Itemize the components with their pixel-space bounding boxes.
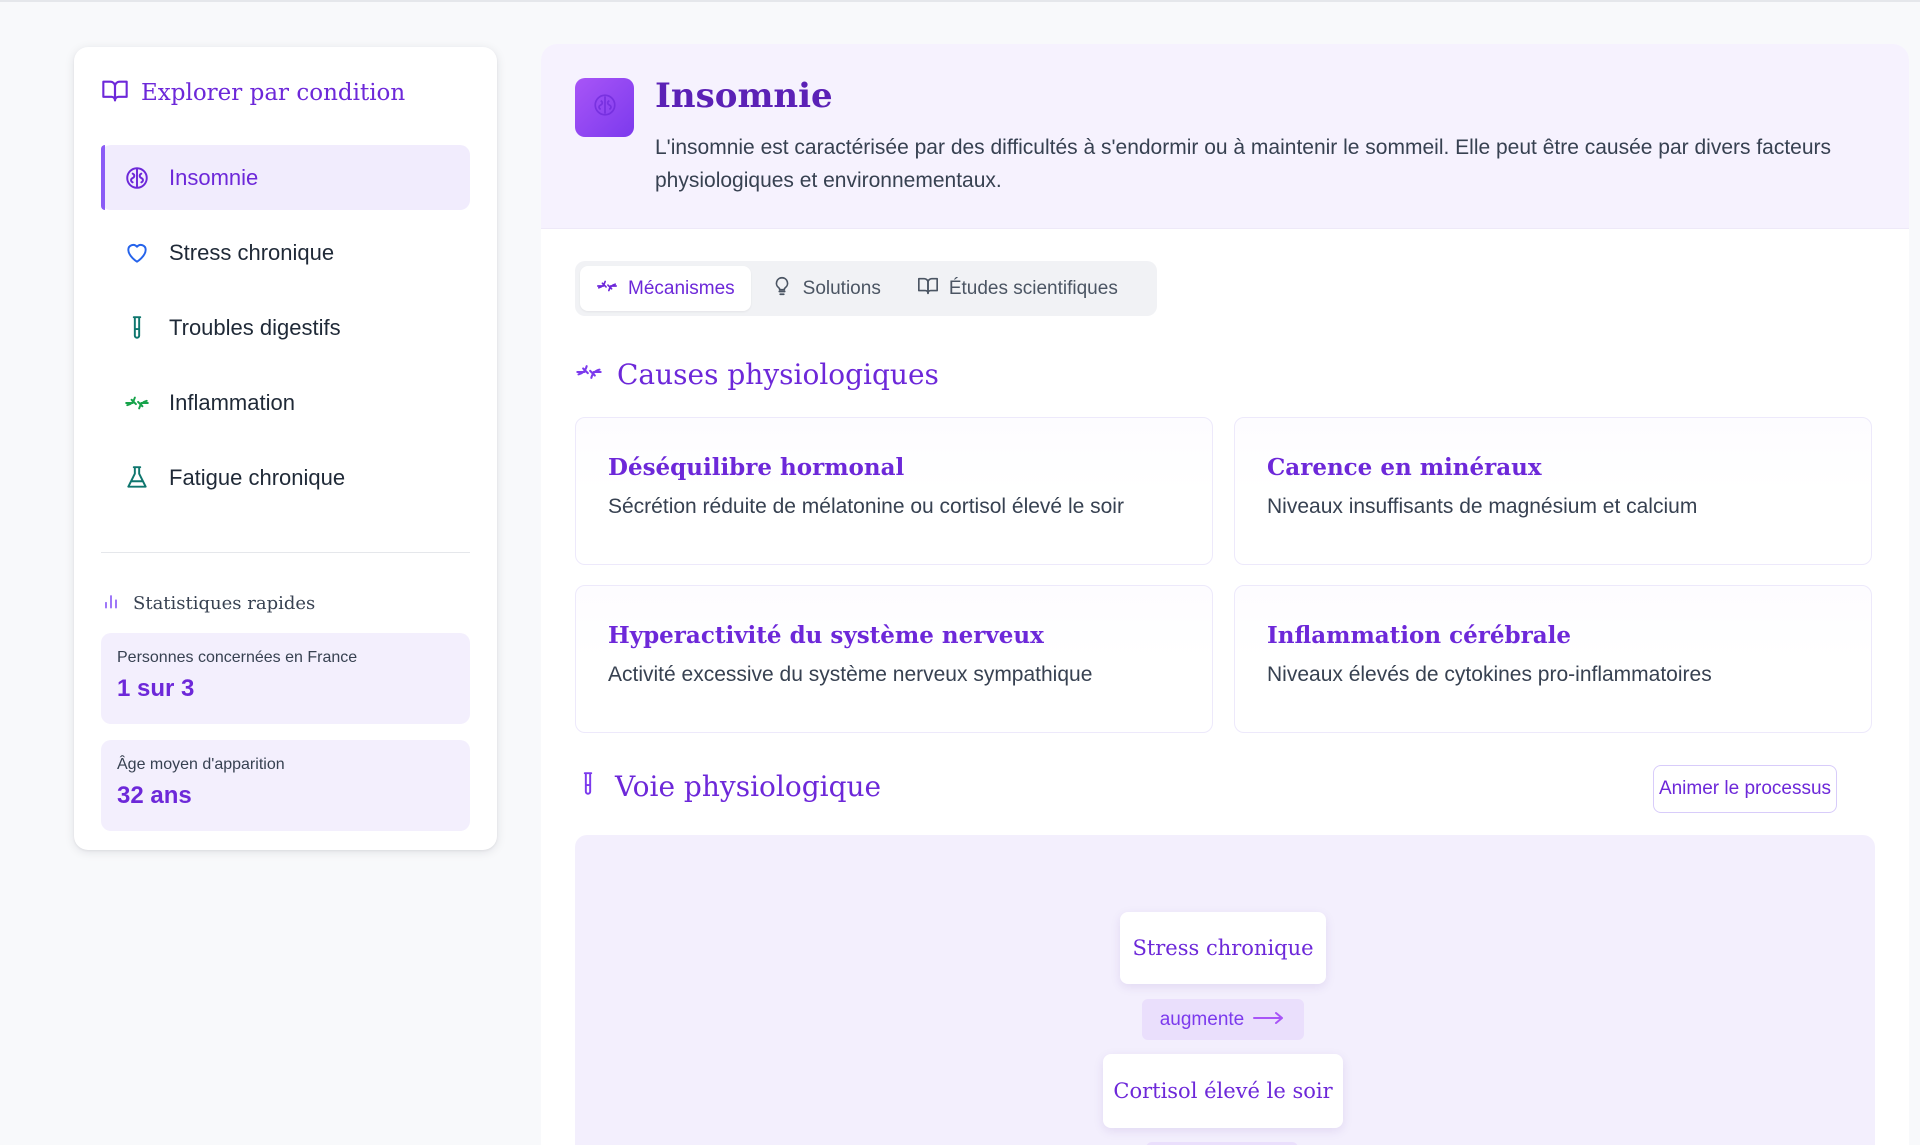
pathway-diagram: Stress chronique augmente Cortisol élevé…: [575, 835, 1875, 1145]
condition-header: Insomnie L'insomnie est caractérisée par…: [541, 44, 1909, 229]
brain-icon: [123, 164, 151, 192]
stat-card-prevalence: Personnes concernées en France 1 sur 3: [101, 633, 470, 724]
lightbulb-icon: [771, 275, 793, 303]
tab-label: Solutions: [802, 277, 881, 299]
sidebar-item-stress-chronique[interactable]: Stress chronique: [101, 220, 470, 285]
section-title: Voie physiologique: [615, 770, 882, 803]
sidebar-item-label: Insomnie: [169, 164, 259, 190]
stats-header: Statistiques rapides: [101, 589, 470, 617]
section-title: Causes physiologiques: [617, 358, 939, 391]
cause-card: Hyperactivité du système nerveux Activit…: [575, 585, 1213, 733]
condition-list: Insomnie Stress chronique Troubles diges…: [101, 145, 470, 510]
flask-icon: [123, 464, 151, 492]
test-tube-icon: [575, 771, 601, 802]
stat-label: Âge moyen d'apparition: [117, 756, 285, 773]
brain-icon: [592, 92, 618, 123]
heart-icon: [123, 239, 151, 267]
sidebar-header: Explorer par condition: [101, 73, 470, 113]
dna-icon: [575, 358, 603, 391]
condition-badge: [575, 78, 634, 137]
pathway-node: Stress chronique: [1120, 912, 1326, 984]
bar-chart-icon: [101, 591, 121, 616]
pathway-section-header: Voie physiologique: [575, 770, 881, 803]
cause-title: Carence en minéraux: [1267, 454, 1542, 481]
tab-solutions[interactable]: Solutions: [755, 266, 897, 311]
sidebar-title: Explorer par condition: [141, 80, 406, 106]
pathway-link: augmente: [1142, 999, 1304, 1040]
stat-label: Personnes concernées en France: [117, 649, 358, 666]
cause-card: Inflammation cérébrale Niveaux élevés de…: [1234, 585, 1872, 733]
sidebar-item-troubles-digestifs[interactable]: Troubles digestifs: [101, 295, 470, 360]
cause-description: Activité excessive du système nerveux sy…: [608, 663, 1093, 686]
cause-card: Carence en minéraux Niveaux insuffisants…: [1234, 417, 1872, 565]
condition-title: Insomnie: [655, 76, 833, 116]
stat-card-age: Âge moyen d'apparition 32 ans: [101, 740, 470, 831]
sidebar-item-label: Fatigue chronique: [169, 464, 346, 490]
tab-label: Mécanismes: [628, 277, 735, 299]
sidebar-item-inflammation[interactable]: Inflammation: [101, 370, 470, 435]
cause-card: Déséquilibre hormonal Sécrétion réduite …: [575, 417, 1213, 565]
stats-title: Statistiques rapides: [133, 592, 316, 614]
test-tube-icon: [123, 314, 151, 342]
dna-icon: [596, 275, 618, 303]
sidebar-item-insomnie[interactable]: Insomnie: [101, 145, 470, 210]
sidebar-item-fatigue-chronique[interactable]: Fatigue chronique: [101, 445, 470, 510]
sidebar: Explorer par condition Insomnie Stress c…: [74, 47, 497, 850]
cause-description: Sécrétion réduite de mélatonine ou corti…: [608, 495, 1124, 518]
book-icon: [917, 275, 939, 303]
sidebar-item-label: Stress chronique: [169, 239, 335, 265]
pathway-node: Cortisol élevé le soir: [1103, 1054, 1343, 1128]
cause-description: Niveaux insuffisants de magnésium et cal…: [1267, 495, 1698, 518]
top-border: [0, 0, 1920, 2]
stat-value: 32 ans: [117, 782, 192, 809]
book-open-icon: [101, 77, 129, 110]
animate-process-button[interactable]: Animer le processus: [1653, 765, 1837, 813]
sidebar-item-label: Troubles digestifs: [169, 314, 341, 340]
cause-description: Niveaux élevés de cytokines pro-inflamma…: [1267, 663, 1712, 686]
condition-panel: Insomnie L'insomnie est caractérisée par…: [541, 44, 1909, 1145]
causes-section-header: Causes physiologiques: [575, 358, 939, 391]
tab-bar: Mécanismes Solutions Études scientifique…: [575, 261, 1157, 316]
cause-title: Déséquilibre hormonal: [608, 454, 905, 481]
link-label: augmente: [1159, 1008, 1245, 1030]
dna-icon: [123, 389, 151, 417]
tab-etudes-scientifiques[interactable]: Études scientifiques: [901, 266, 1134, 311]
sidebar-divider: [101, 552, 470, 553]
stat-value: 1 sur 3: [117, 675, 195, 702]
sidebar-item-label: Inflammation: [169, 389, 295, 415]
cause-title: Hyperactivité du système nerveux: [608, 622, 1044, 649]
tab-mecanismes[interactable]: Mécanismes: [580, 266, 751, 311]
arrow-right-icon: [1252, 1009, 1286, 1031]
cause-title: Inflammation cérébrale: [1267, 622, 1571, 649]
tab-label: Études scientifiques: [948, 277, 1118, 299]
condition-description: L'insomnie est caractérisée par des diff…: [655, 136, 1832, 192]
